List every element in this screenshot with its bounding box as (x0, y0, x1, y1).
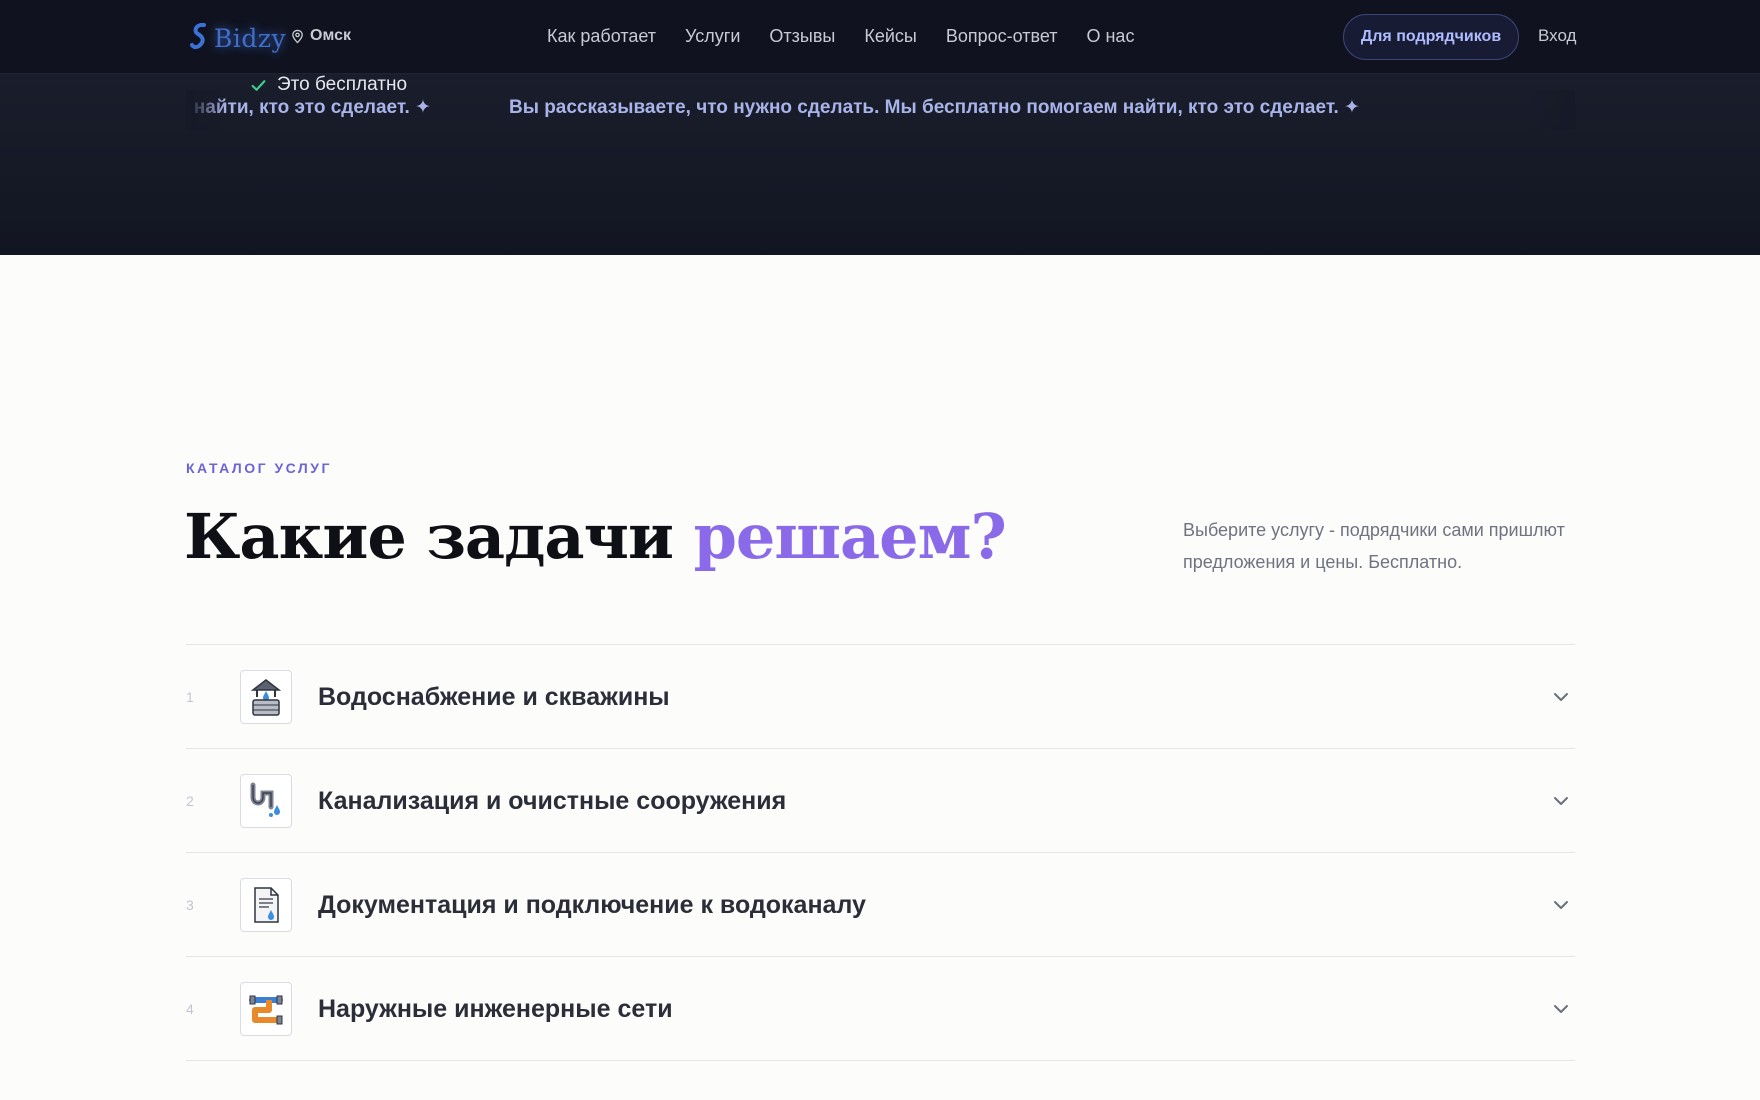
network-pipes-icon (240, 982, 292, 1036)
nav-how-it-works[interactable]: Как работает (547, 26, 656, 47)
service-row-water-supply[interactable]: 1 Водоснабжение и скважины (186, 645, 1575, 749)
chevron-down-icon[interactable] (1551, 999, 1571, 1019)
logo-mark-icon (190, 22, 206, 50)
logo[interactable]: Bidzy (186, 18, 286, 56)
logo-text: Bidzy (214, 24, 287, 53)
main-nav: Как работает Услуги Отзывы Кейсы Вопрос-… (547, 26, 1163, 47)
document-icon (240, 878, 292, 932)
row-number: 3 (186, 897, 194, 913)
marquee-fade-left (186, 90, 226, 130)
marquee-text: Вы рассказываете, что нужно сделать. Мы … (190, 97, 431, 118)
city-selector[interactable]: Омск (290, 27, 351, 45)
check-icon (251, 79, 266, 91)
chevron-down-icon[interactable] (1551, 791, 1571, 811)
free-note: Это бесплатно (250, 74, 407, 96)
nav-about[interactable]: О нас (1086, 26, 1134, 47)
nav-cases[interactable]: Кейсы (864, 26, 917, 47)
section-lead: Выберите услугу - подрядчики сами пришлю… (1183, 520, 1565, 572)
chevron-down-icon[interactable] (1551, 687, 1571, 707)
pipe-icon (240, 774, 292, 828)
title-accent: решаем? (693, 500, 1007, 573)
row-number: 1 (186, 689, 194, 705)
title-main: Какие задачи (184, 500, 674, 573)
site-header: Bidzy Омск Как работает Услуги Отзывы Ке… (0, 0, 1760, 74)
nav-faq[interactable]: Вопрос-ответ (946, 26, 1058, 47)
section-eyebrow: КАТАЛОГ УСЛУГ (186, 460, 332, 476)
row-title: Канализация и очистные сооружения (318, 787, 787, 815)
city-name: Омск (310, 27, 351, 44)
well-icon (240, 670, 292, 724)
row-title: Документация и подключение к водоканалу (318, 891, 866, 919)
login-link[interactable]: Вход (1538, 26, 1576, 46)
row-title: Водоснабжение и скважины (318, 683, 670, 711)
location-pin-icon (292, 29, 303, 44)
marquee-fade-right (1530, 90, 1575, 130)
chevron-down-icon[interactable] (1551, 895, 1571, 915)
service-row-sewerage[interactable]: 2 Канализация и очистные сооружения (186, 749, 1575, 853)
nav-services[interactable]: Услуги (685, 26, 740, 47)
row-number: 4 (186, 1001, 194, 1017)
row-number: 2 (186, 793, 194, 809)
services-accordion: 1 Водоснабжение и скважины 2 Канализация… (186, 644, 1575, 1061)
marquee-text: Вы рассказываете, что нужно сделать. Мы … (508, 97, 1360, 118)
marquee-ticker: Вы рассказываете, что нужно сделать. Мы … (190, 96, 1570, 128)
service-row-engineering-networks[interactable]: 4 Наружные инженерные сети (186, 957, 1575, 1061)
contractors-button[interactable]: Для подрядчиков (1343, 14, 1519, 60)
free-note-text: Это бесплатно (277, 74, 408, 95)
row-title: Наружные инженерные сети (318, 995, 673, 1023)
section-title: Какие задачи решаем? (184, 500, 1007, 573)
service-row-documentation[interactable]: 3 Документация и подключение к водоканал… (186, 853, 1575, 957)
nav-reviews[interactable]: Отзывы (769, 26, 835, 47)
